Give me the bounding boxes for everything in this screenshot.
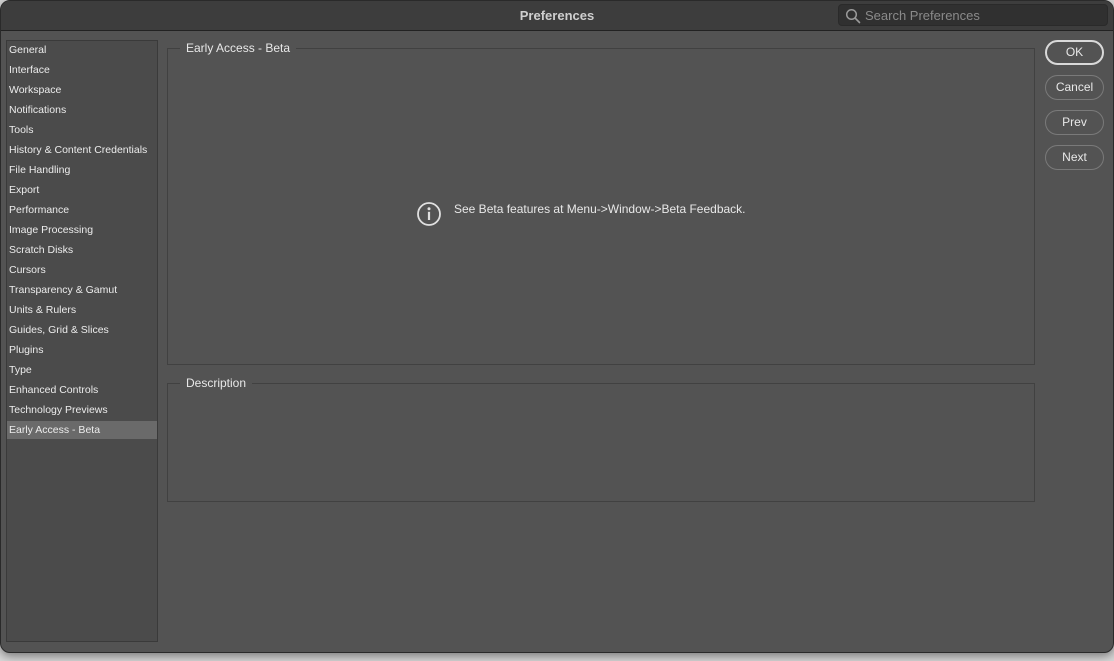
- sidebar-item-general[interactable]: General: [7, 41, 157, 59]
- sidebar-item-transparency-gamut[interactable]: Transparency & Gamut: [7, 281, 157, 299]
- early-access-beta-group: Early Access - Beta See Beta features at…: [167, 40, 1035, 365]
- sidebar-item-scratch-disks[interactable]: Scratch Disks: [7, 241, 157, 259]
- cancel-button[interactable]: Cancel: [1045, 75, 1104, 100]
- sidebar-item-guides-grid-slices[interactable]: Guides, Grid & Slices: [7, 321, 157, 339]
- sidebar-item-workspace[interactable]: Workspace: [7, 81, 157, 99]
- description-group: Description: [167, 375, 1035, 502]
- sidebar-item-type[interactable]: Type: [7, 361, 157, 379]
- sidebar-item-units-rulers[interactable]: Units & Rulers: [7, 301, 157, 319]
- sidebar-item-technology-previews[interactable]: Technology Previews: [7, 401, 157, 419]
- ok-button[interactable]: OK: [1045, 40, 1104, 65]
- section-title: Early Access - Beta: [180, 40, 297, 56]
- sidebar-item-notifications[interactable]: Notifications: [7, 101, 157, 119]
- info-circle-icon: [417, 202, 441, 226]
- search-input[interactable]: [865, 5, 1101, 25]
- sidebar-item-interface[interactable]: Interface: [7, 61, 157, 79]
- preferences-sidebar: General Interface Workspace Notification…: [6, 40, 158, 642]
- sidebar-item-enhanced-controls[interactable]: Enhanced Controls: [7, 381, 157, 399]
- sidebar-item-tools[interactable]: Tools: [7, 121, 157, 139]
- title-bar: Preferences: [1, 1, 1113, 31]
- sidebar-item-image-processing[interactable]: Image Processing: [7, 221, 157, 239]
- preferences-window: Preferences General Interface Workspace …: [0, 0, 1114, 653]
- sidebar-item-file-handling[interactable]: File Handling: [7, 161, 157, 179]
- sidebar-item-export[interactable]: Export: [7, 181, 157, 199]
- sidebar-item-plugins[interactable]: Plugins: [7, 341, 157, 359]
- sidebar-item-history-content-credentials[interactable]: History & Content Credentials: [7, 141, 157, 159]
- search-icon: [845, 8, 861, 24]
- sidebar-item-cursors[interactable]: Cursors: [7, 261, 157, 279]
- sidebar-item-performance[interactable]: Performance: [7, 201, 157, 219]
- prev-button[interactable]: Prev: [1045, 110, 1104, 135]
- search-box[interactable]: [838, 4, 1108, 26]
- next-button[interactable]: Next: [1045, 145, 1104, 170]
- description-title: Description: [180, 375, 253, 391]
- sidebar-item-early-access-beta[interactable]: Early Access - Beta: [7, 421, 157, 439]
- info-text: See Beta features at Menu->Window->Beta …: [454, 202, 746, 216]
